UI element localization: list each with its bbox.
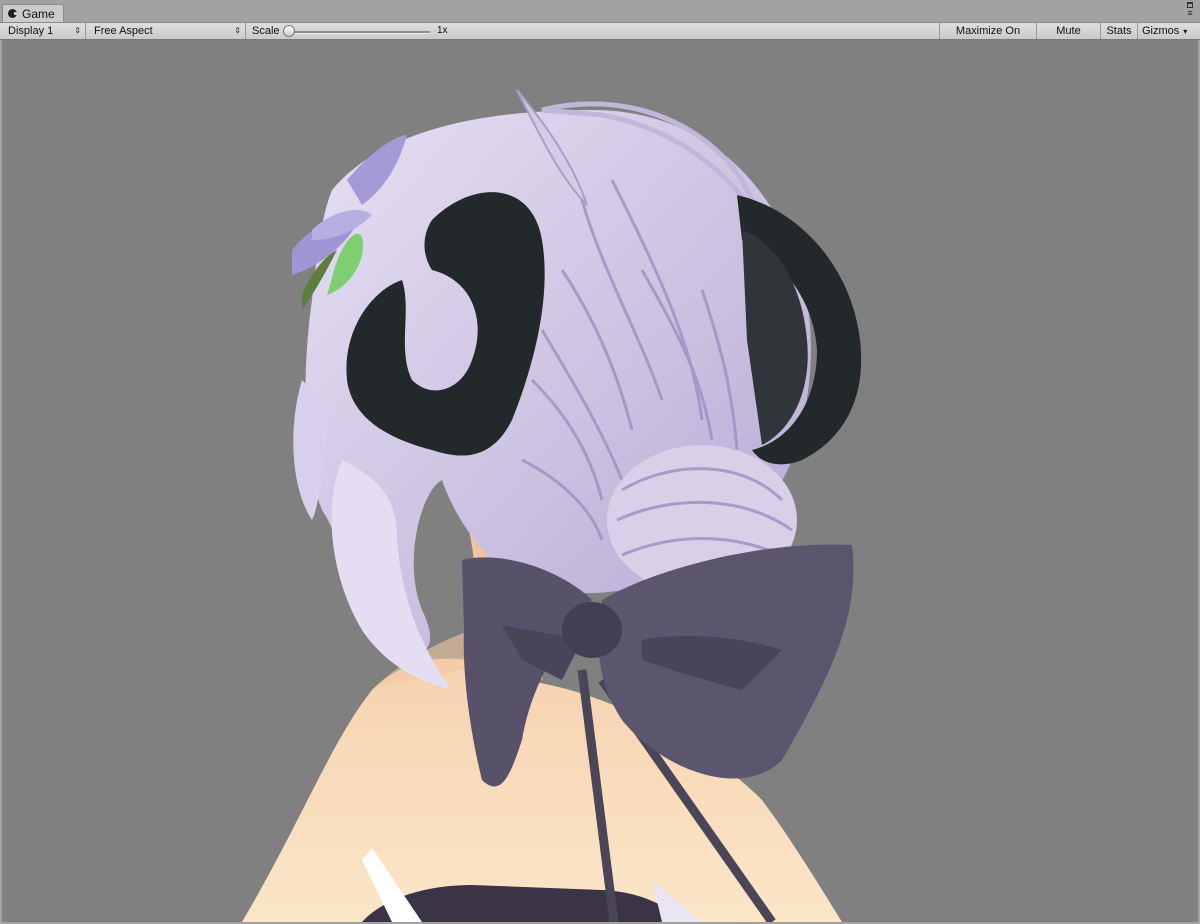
character-render xyxy=(242,89,862,922)
scale-slider-track[interactable] xyxy=(288,31,430,34)
mute-audio-button[interactable]: Mute Audio xyxy=(1036,23,1100,53)
display-dropdown-label: Display 1 xyxy=(8,25,54,37)
stats-button[interactable]: Stats xyxy=(1100,23,1137,39)
display-dropdown[interactable]: Display 1 ⇕ xyxy=(2,23,86,39)
aspect-dropdown-label: Free Aspect xyxy=(94,25,153,37)
gizmos-dropdown[interactable]: Gizmos ▾ xyxy=(1137,23,1197,39)
maximize-on-play-button[interactable]: Maximize On Play xyxy=(939,23,1036,53)
game-toolbar: Display 1 ⇕ Free Aspect ⇕ Scale 1x Maxim… xyxy=(0,23,1200,53)
window-controls: ≡ xyxy=(1184,2,1196,20)
window-tab-bar: Game ≡ xyxy=(0,0,1200,23)
chevron-down-icon: ▾ xyxy=(1183,27,1188,36)
gizmos-label: Gizmos xyxy=(1142,25,1180,37)
window-frame-left xyxy=(0,40,2,924)
game-viewport[interactable] xyxy=(2,40,1198,922)
unity-game-icon xyxy=(8,9,18,18)
stats-label: Stats xyxy=(1106,25,1132,37)
menu-icon[interactable]: ≡ xyxy=(1187,9,1192,18)
tab-game-label: Game xyxy=(22,6,55,21)
tab-game[interactable]: Game xyxy=(2,4,64,22)
scale-slider-thumb[interactable] xyxy=(283,25,295,37)
aspect-dropdown[interactable]: Free Aspect ⇕ xyxy=(88,23,246,39)
scale-value: 1x xyxy=(437,25,448,36)
dropdown-arrows-icon: ⇕ xyxy=(234,26,241,35)
scale-label: Scale xyxy=(252,25,280,37)
dropdown-arrows-icon: ⇕ xyxy=(74,26,81,35)
